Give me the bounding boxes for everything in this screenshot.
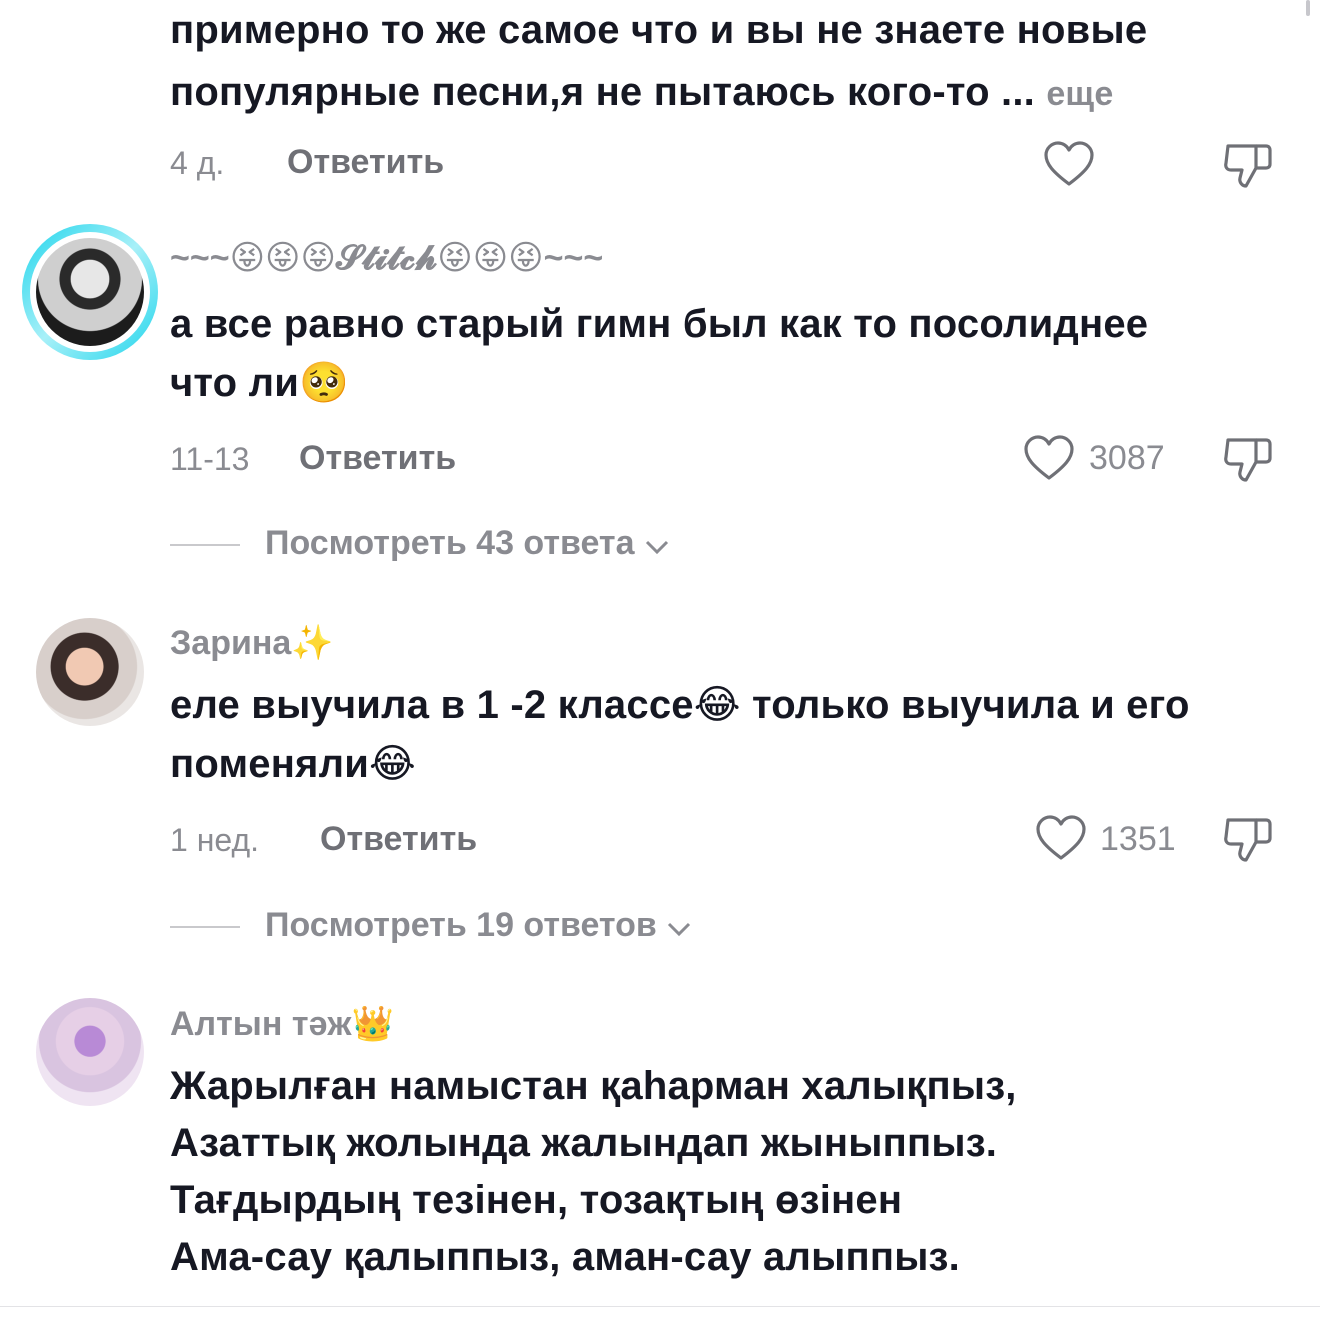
comment-text-line: что ли🥺	[170, 361, 350, 405]
view-replies-label: Посмотреть 43 ответа	[265, 524, 635, 562]
chevron-down-icon	[666, 908, 692, 947]
comment-text-line: поменяли😂	[170, 742, 416, 786]
comment-username[interactable]: ~~~😝😝😝𝓢𝓽𝓲𝓽𝓬𝓱😝😝😝~~~	[170, 238, 603, 278]
thumbs-down-icon[interactable]	[1222, 140, 1274, 190]
comment-time: 4 д.	[170, 145, 225, 181]
divider-line	[170, 544, 240, 546]
like-count: 1351	[1100, 820, 1176, 858]
avatar-story-ring[interactable]	[22, 224, 158, 360]
comment-text-line: популярные песни,я не пытаюсь кого-то ..…	[170, 64, 1147, 123]
bottom-divider	[0, 1306, 1320, 1307]
heart-outline-icon[interactable]	[1035, 814, 1087, 862]
avatar[interactable]	[36, 618, 144, 726]
heart-outline-icon[interactable]	[1043, 140, 1095, 188]
comment-text-line: Тағдырдың тезінен, тозақтың өзінен	[170, 1178, 903, 1222]
chevron-down-icon	[644, 526, 670, 565]
comment-3-text: еле выучила в 1 -2 классе😂 только выучил…	[170, 677, 1190, 793]
comment-username[interactable]: Зарина✨	[170, 623, 334, 663]
view-replies-button[interactable]: Посмотреть 43 ответа	[265, 524, 670, 565]
comment-text-line: еле выучила в 1 -2 классе😂 только выучил…	[170, 683, 1190, 727]
comment-4-text: Жарылған намыстан қаһарман халықпыз, Аза…	[170, 1058, 1017, 1286]
comment-text-line: Ама-сау қалыппыз, аман-сау алыппыз.	[170, 1235, 960, 1279]
comment-text-line: Жарылған намыстан қаһарман халықпыз,	[170, 1064, 1017, 1108]
heart-outline-icon[interactable]	[1023, 434, 1075, 482]
comment-text-span: популярные песни,я не пытаюсь кого-то ..…	[170, 70, 1035, 114]
avatar[interactable]	[36, 998, 144, 1106]
see-more-link[interactable]: еще	[1046, 75, 1113, 113]
thumbs-down-icon[interactable]	[1222, 814, 1274, 864]
comment-1: примерно то же самое что и вы не знаете …	[170, 2, 1147, 123]
reply-button[interactable]: Ответить	[287, 143, 444, 182]
avatar	[36, 238, 144, 346]
comment-text-line: Азаттық жолында жалындап жыныппыз.	[170, 1121, 998, 1165]
thumbs-down-icon[interactable]	[1222, 434, 1274, 484]
comment-2-text: а все равно старый гимн был как то посол…	[170, 296, 1148, 412]
comment-username[interactable]: Алтын тәж👑	[170, 1004, 394, 1044]
comment-text-line: примерно то же самое что и вы не знаете …	[170, 8, 1148, 52]
scrollbar[interactable]	[1306, 0, 1310, 16]
divider-line	[170, 926, 240, 928]
view-replies-button[interactable]: Посмотреть 19 ответов	[265, 906, 692, 947]
view-replies-label: Посмотреть 19 ответов	[265, 906, 657, 944]
reply-button[interactable]: Ответить	[299, 439, 456, 478]
avatar-ring-gap	[30, 232, 150, 352]
comment-time: 1 нед.	[170, 822, 260, 858]
reply-button[interactable]: Ответить	[320, 820, 477, 859]
comment-time: 11-13	[170, 441, 250, 477]
like-count: 3087	[1089, 439, 1165, 477]
comment-text-line: а все равно старый гимн был как то посол…	[170, 302, 1149, 346]
